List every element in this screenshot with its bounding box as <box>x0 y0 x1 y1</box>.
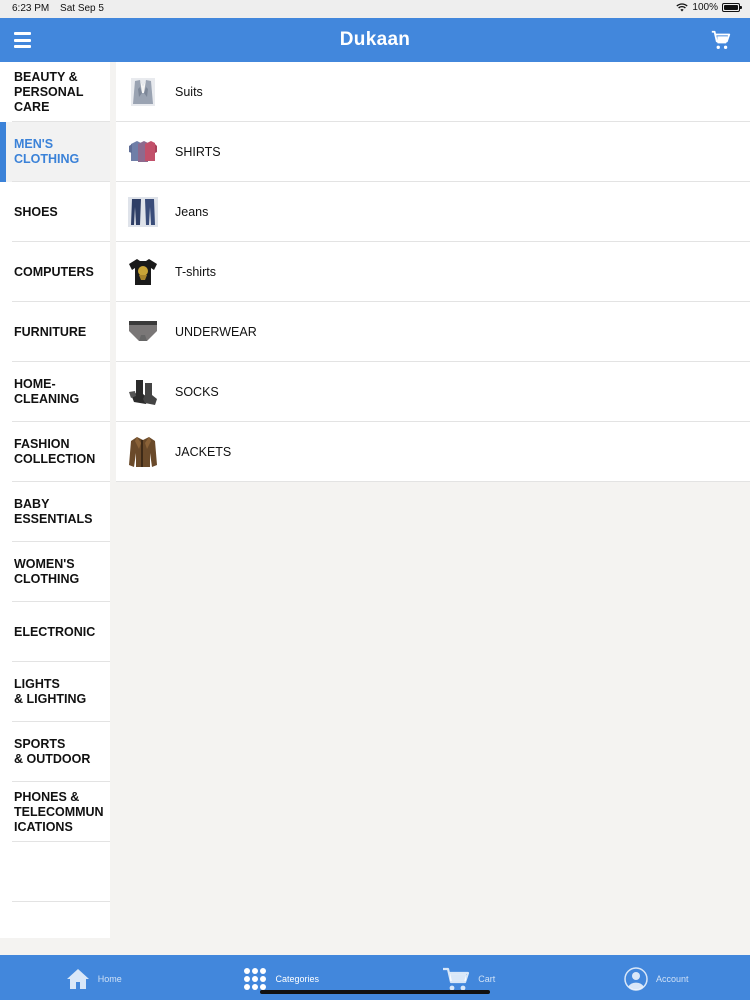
underwear-icon <box>128 317 158 347</box>
sidebar-item-furniture[interactable]: FURNITURE <box>0 302 110 362</box>
sidebar-empty-row <box>0 842 110 902</box>
sidebar-item-computers[interactable]: COMPUTERS <box>0 242 110 302</box>
battery-icon <box>722 3 742 12</box>
home-icon <box>66 968 89 989</box>
subcategory-list: Suits SHIRTS Jeans T-shirts UNDERWEAR SO… <box>116 62 750 482</box>
sidebar-item-home-cleaning[interactable]: HOME- CLEANING <box>0 362 110 422</box>
tab-account-label: Account <box>655 973 689 984</box>
sidebar-item-lights[interactable]: LIGHTS & LIGHTING <box>0 662 110 722</box>
sidebar-item-beauty[interactable]: BEAUTY & PERSONAL CARE <box>0 62 110 122</box>
list-item-label: T-shirts <box>175 265 216 279</box>
tab-categories-label: Categories <box>275 973 320 984</box>
app-title: Dukaan <box>339 29 411 50</box>
list-item-socks[interactable]: SOCKS <box>116 362 750 422</box>
list-item-tshirts[interactable]: T-shirts <box>116 242 750 302</box>
tab-account[interactable]: Account <box>563 955 750 1000</box>
list-item-label: SHIRTS <box>175 145 221 159</box>
sidebar-item-sports[interactable]: SPORTS & OUTDOOR <box>0 722 110 782</box>
jeans-icon <box>128 197 158 227</box>
list-item-jackets[interactable]: JACKETS <box>116 422 750 482</box>
sidebar-item-electronic[interactable]: ELECTRONIC <box>0 602 110 662</box>
cart-icon[interactable] <box>710 29 732 51</box>
wifi-icon <box>676 3 689 12</box>
sidebar-item-mens-clothing[interactable]: MEN'S CLOTHING <box>0 122 110 182</box>
tshirt-icon <box>128 257 158 287</box>
sidebar-item-womens-clothing[interactable]: WOMEN'S CLOTHING <box>0 542 110 602</box>
list-item-suits[interactable]: Suits <box>116 62 750 122</box>
tab-cart-label: Cart <box>478 973 496 984</box>
account-icon <box>624 966 648 991</box>
sidebar-item-shoes[interactable]: SHOES <box>0 182 110 242</box>
cart-tab-icon <box>443 967 470 990</box>
list-item-jeans[interactable]: Jeans <box>116 182 750 242</box>
list-item-label: JACKETS <box>175 445 232 459</box>
status-bar: 6:23 PM Sat Sep 5 100% <box>0 0 750 18</box>
list-item-label: UNDERWEAR <box>175 325 257 339</box>
category-sidebar: BEAUTY & PERSONAL CARE MEN'S CLOTHING SH… <box>0 62 110 938</box>
app-header: Dukaan <box>0 18 750 62</box>
jacket-icon <box>128 437 158 467</box>
list-item-shirts[interactable]: SHIRTS <box>116 122 750 182</box>
status-date: Sat Sep 5 <box>60 3 104 14</box>
socks-icon <box>128 377 158 407</box>
shirts-icon <box>128 137 158 167</box>
sidebar-item-baby-essentials[interactable]: BABY ESSENTIALS <box>0 482 110 542</box>
list-item-label: Suits <box>175 85 203 99</box>
suit-icon <box>128 77 158 107</box>
list-item-label: SOCKS <box>175 385 219 399</box>
sidebar-item-phones[interactable]: PHONES & TELECOMMUN ICATIONS <box>0 782 110 842</box>
list-item-label: Jeans <box>175 205 209 219</box>
battery-percent: 100% <box>692 2 718 13</box>
sidebar-item-fashion-collection[interactable]: FASHION COLLECTION <box>0 422 110 482</box>
status-time: 6:23 PM <box>12 3 50 14</box>
list-item-underwear[interactable]: UNDERWEAR <box>116 302 750 362</box>
bottom-tab-bar: Home Categories Cart Account <box>0 955 750 1000</box>
categories-grid-icon <box>244 967 267 990</box>
home-indicator <box>260 990 490 994</box>
tab-home-label: Home <box>97 973 122 984</box>
tab-home[interactable]: Home <box>0 955 188 1000</box>
